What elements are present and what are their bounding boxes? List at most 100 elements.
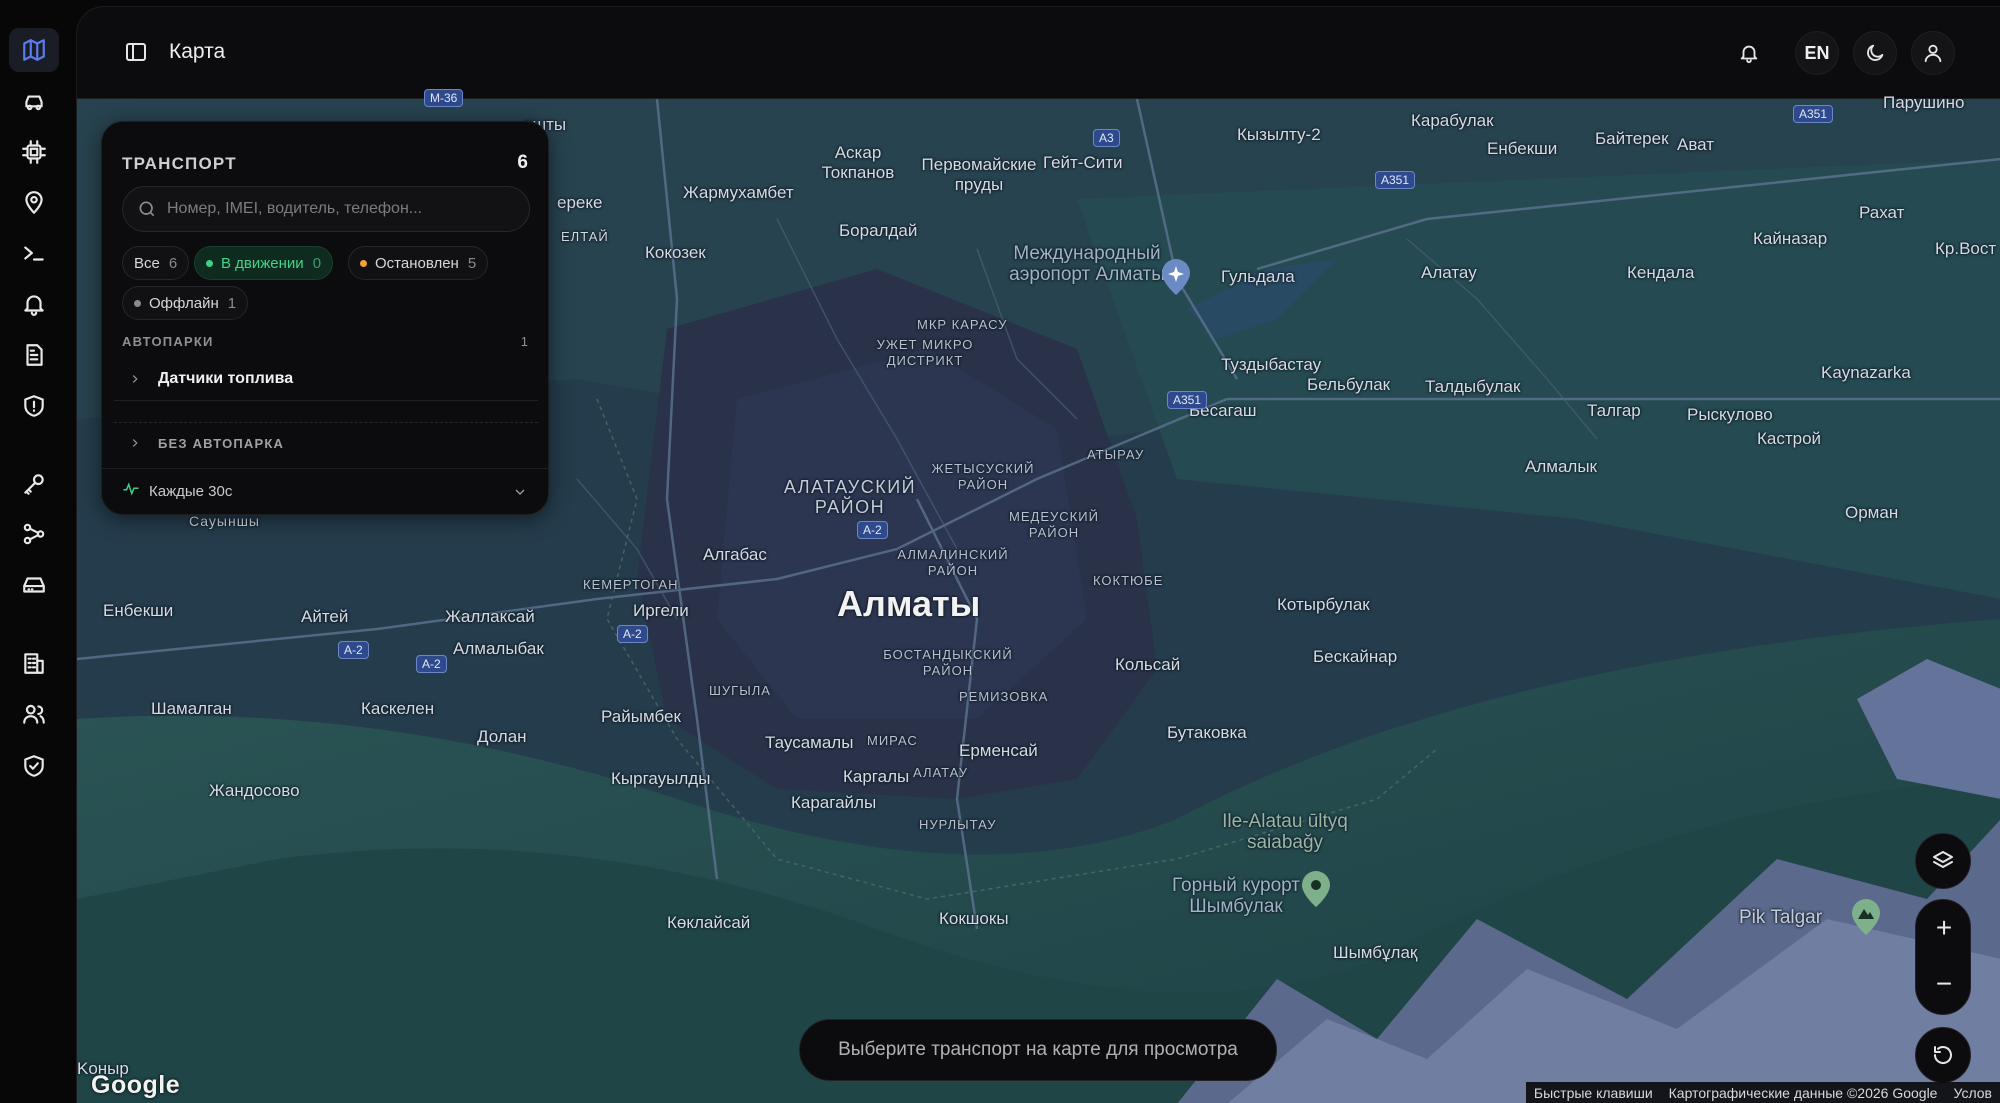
user-menu-button[interactable]: [1911, 31, 1955, 75]
rotate-icon: [1933, 1046, 1952, 1064]
notifications-button[interactable]: [1727, 31, 1771, 75]
road-shield: M-36: [424, 89, 464, 107]
road-shield: A351: [1793, 105, 1834, 123]
fleets-count: 1: [520, 334, 528, 349]
nav-vehicles-button[interactable]: [9, 80, 59, 124]
road-shield: A-2: [416, 655, 447, 673]
map-label: Алмалык: [1525, 457, 1597, 476]
zoom-out-button[interactable]: −: [1916, 956, 1972, 1012]
google-logo: Google: [91, 1071, 181, 1099]
map-layers-button[interactable]: [1915, 833, 1971, 889]
main-area: Карта EN Карабулак Кызылту-2 Гейт-Сити П…: [76, 6, 2000, 1103]
map-label: Байтерек: [1595, 129, 1669, 148]
map-label: Жаллаксай: [445, 607, 535, 626]
map-canvas[interactable]: Карабулак Кызылту-2 Гейт-Сити Первомайск…: [77, 89, 2000, 1103]
document-icon: [26, 344, 43, 366]
no-fleet-row[interactable]: БЕЗ АВТОПАРКА: [114, 424, 538, 462]
district-label: АТЫРАУ: [1087, 447, 1145, 462]
map-label: Гейт-Сити: [1043, 153, 1123, 172]
refresh-interval-label: Каждые 30с: [149, 483, 233, 500]
district-label: РЕМИЗОВКА: [959, 689, 1049, 704]
map-label: Туздыбастау: [1221, 355, 1322, 374]
airport-label: Международный аэропорт Алматы: [1009, 243, 1165, 285]
district-label: АЛМАЛИНСКИЙ РАЙОН: [897, 547, 1009, 578]
map-label: Орман: [1845, 503, 1899, 522]
theme-toggle-button[interactable]: [1853, 31, 1897, 75]
district-label: ШУГЫЛА: [709, 683, 771, 698]
fleet-name: Датчики топлива: [158, 370, 294, 387]
reset-view-button[interactable]: [1915, 1027, 1971, 1083]
district-label: АЛАТАУСКИЙ РАЙОН: [783, 477, 917, 517]
no-fleet-label: БЕЗ АВТОПАРКА: [158, 435, 285, 451]
chip-label: Оффлайн: [149, 294, 219, 312]
search-box: [122, 186, 530, 232]
map-label: Pik Talgar: [1739, 907, 1823, 928]
road-shield: A351: [1167, 391, 1208, 409]
chip-count: 5: [467, 254, 477, 272]
map-label: Рыскулово: [1687, 405, 1773, 424]
chip-count: 0: [312, 254, 322, 272]
mountain-pin-icon[interactable]: [1849, 897, 1883, 937]
filter-all-chip[interactable]: Все 6: [122, 246, 190, 280]
nav-devices-button[interactable]: [9, 130, 59, 174]
map-label: Таусамалы: [765, 733, 854, 752]
map-label: Первомайские пруды: [921, 155, 1037, 194]
map-label: Райымбек: [601, 707, 681, 726]
nav-keys-button[interactable]: [9, 462, 59, 506]
terms-link[interactable]: Услов: [1945, 1085, 2000, 1101]
search-icon: [137, 199, 157, 219]
keyboard-shortcuts-link[interactable]: Быстрые клавиши: [1526, 1085, 1661, 1101]
chevron-right-icon: [124, 432, 146, 454]
chip-label: Остановлен: [375, 254, 459, 272]
users-icon: [23, 704, 45, 724]
nav-security-button[interactable]: [9, 384, 59, 428]
network-icon: [23, 523, 45, 545]
map-label: Алгабас: [703, 545, 767, 564]
nav-storage-button[interactable]: [9, 563, 59, 607]
nav-access-button[interactable]: [9, 744, 59, 788]
nav-users-button[interactable]: [9, 692, 59, 736]
map-label: Жандосово: [209, 781, 300, 800]
divider: [114, 422, 538, 423]
top-header: Карта EN: [77, 7, 2000, 99]
map-label: Каскелен: [361, 699, 435, 718]
filter-offline-chip[interactable]: Оффлайн 1: [122, 286, 249, 320]
panel-title: ТРАНСПОРТ: [122, 154, 237, 173]
nav-notifications-button[interactable]: [9, 282, 59, 326]
road-shield: A-2: [857, 521, 888, 539]
nav-company-button[interactable]: [9, 641, 59, 685]
nav-geozones-button[interactable]: [9, 181, 59, 225]
shield-check-icon: [24, 755, 44, 777]
airport-pin-icon[interactable]: [1159, 257, 1193, 297]
district-label: КЕМЕРТОГАН: [583, 577, 679, 592]
language-button[interactable]: EN: [1795, 31, 1839, 75]
resort-pin-icon[interactable]: [1299, 869, 1333, 909]
zoom-in-button[interactable]: +: [1916, 900, 1972, 956]
road-shield: A351: [1375, 171, 1416, 189]
sidebar-toggle-button[interactable]: [121, 37, 151, 67]
page-title: Карта: [169, 40, 226, 63]
chip-count: 1: [227, 294, 237, 312]
layers-icon: [1933, 851, 1953, 868]
chip-label: В движении: [221, 254, 304, 272]
vehicle-search-input[interactable]: [167, 200, 507, 218]
filter-moving-chip[interactable]: В движении 0: [194, 246, 334, 280]
building-icon: [24, 653, 44, 674]
nav-map-button[interactable]: [9, 28, 59, 72]
district-label: МИРАС: [867, 733, 918, 748]
district-label: УЖЕТ МИКРО ДИСТРИКТ: [876, 337, 974, 368]
zoom-control: + −: [1915, 899, 1971, 1015]
map-label: Шымбұлақ: [1333, 943, 1418, 962]
chevron-down-icon: [512, 484, 528, 505]
road-shield: A-2: [338, 641, 369, 659]
map-label: Кольсай: [1115, 655, 1181, 674]
nav-console-button[interactable]: [9, 231, 59, 275]
chip-icon: [22, 140, 46, 164]
nav-reports-button[interactable]: [9, 333, 59, 377]
park-label: Ile-Alatau ūltyq saiabağy: [1222, 811, 1348, 853]
nav-integrations-button[interactable]: [9, 512, 59, 556]
map-label: Айтей: [301, 607, 349, 626]
refresh-interval-select[interactable]: Каждые 30с: [102, 468, 548, 514]
fleet-row[interactable]: Датчики топлива: [114, 360, 538, 398]
filter-stopped-chip[interactable]: Остановлен 5: [348, 246, 489, 280]
